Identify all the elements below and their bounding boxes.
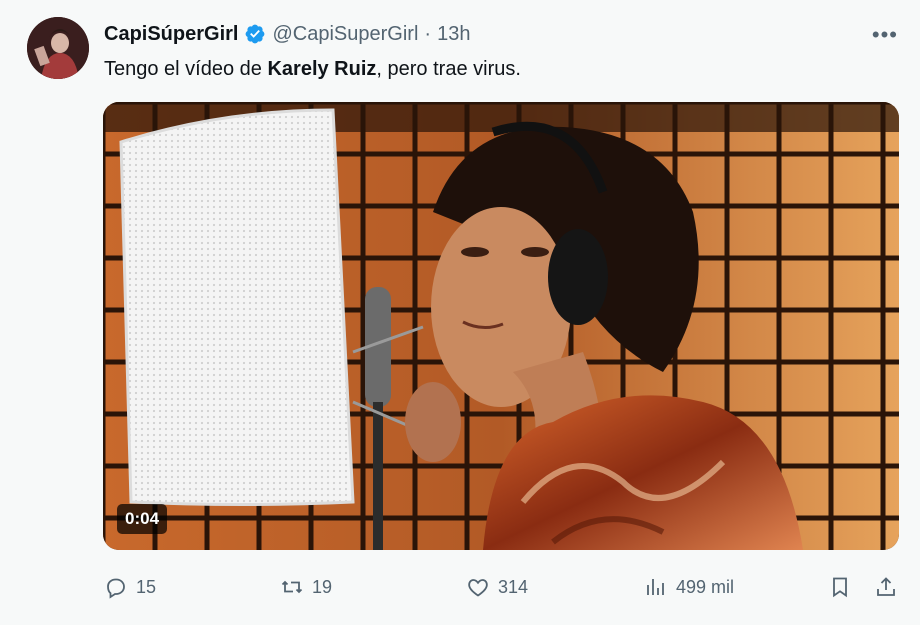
views-count: 499 mil [676, 576, 735, 597]
tweet-text-part: Tengo el vídeo de [104, 58, 268, 80]
retweet-count: 19 [312, 576, 333, 597]
bookmark-button[interactable] [828, 570, 852, 604]
like-button[interactable]: 314 [466, 570, 528, 604]
tweet-text-bold: Karely Ruiz [267, 58, 377, 80]
tweet-actions: 15 19 314 499 mil [104, 570, 904, 604]
user-avatar[interactable] [27, 17, 89, 79]
heart-icon [466, 575, 490, 599]
retweet-icon [280, 575, 304, 599]
retweet-button[interactable]: 19 [280, 570, 332, 604]
like-count: 314 [498, 576, 529, 597]
tweet-card[interactable]: CapiSúperGirl @CapiSuperGirl · 13h ••• T… [0, 0, 920, 625]
video-duration: 0:04 [117, 504, 168, 534]
reply-icon [104, 575, 128, 599]
user-handle[interactable]: @CapiSuperGirl [272, 23, 418, 46]
tweet-text: Tengo el vídeo de Karely Ruiz, pero trae… [104, 58, 521, 81]
reply-count: 15 [136, 576, 157, 597]
tweet-text-part: , pero trae virus. [376, 58, 521, 80]
tweet-header: CapiSúperGirl @CapiSuperGirl · 13h [104, 20, 470, 48]
display-name[interactable]: CapiSúperGirl [104, 23, 238, 46]
timestamp[interactable]: 13h [437, 23, 470, 46]
verified-badge-icon [244, 23, 266, 45]
views-icon [644, 575, 668, 599]
video-frame [103, 102, 899, 550]
share-icon [874, 575, 898, 599]
share-button[interactable] [874, 570, 898, 604]
more-options-button[interactable]: ••• [872, 22, 898, 48]
views-button[interactable]: 499 mil [644, 570, 734, 604]
video-player[interactable]: 0:04 [103, 102, 899, 550]
reply-button[interactable]: 15 [104, 570, 156, 604]
separator: · [424, 22, 432, 45]
bookmark-icon [828, 575, 852, 599]
